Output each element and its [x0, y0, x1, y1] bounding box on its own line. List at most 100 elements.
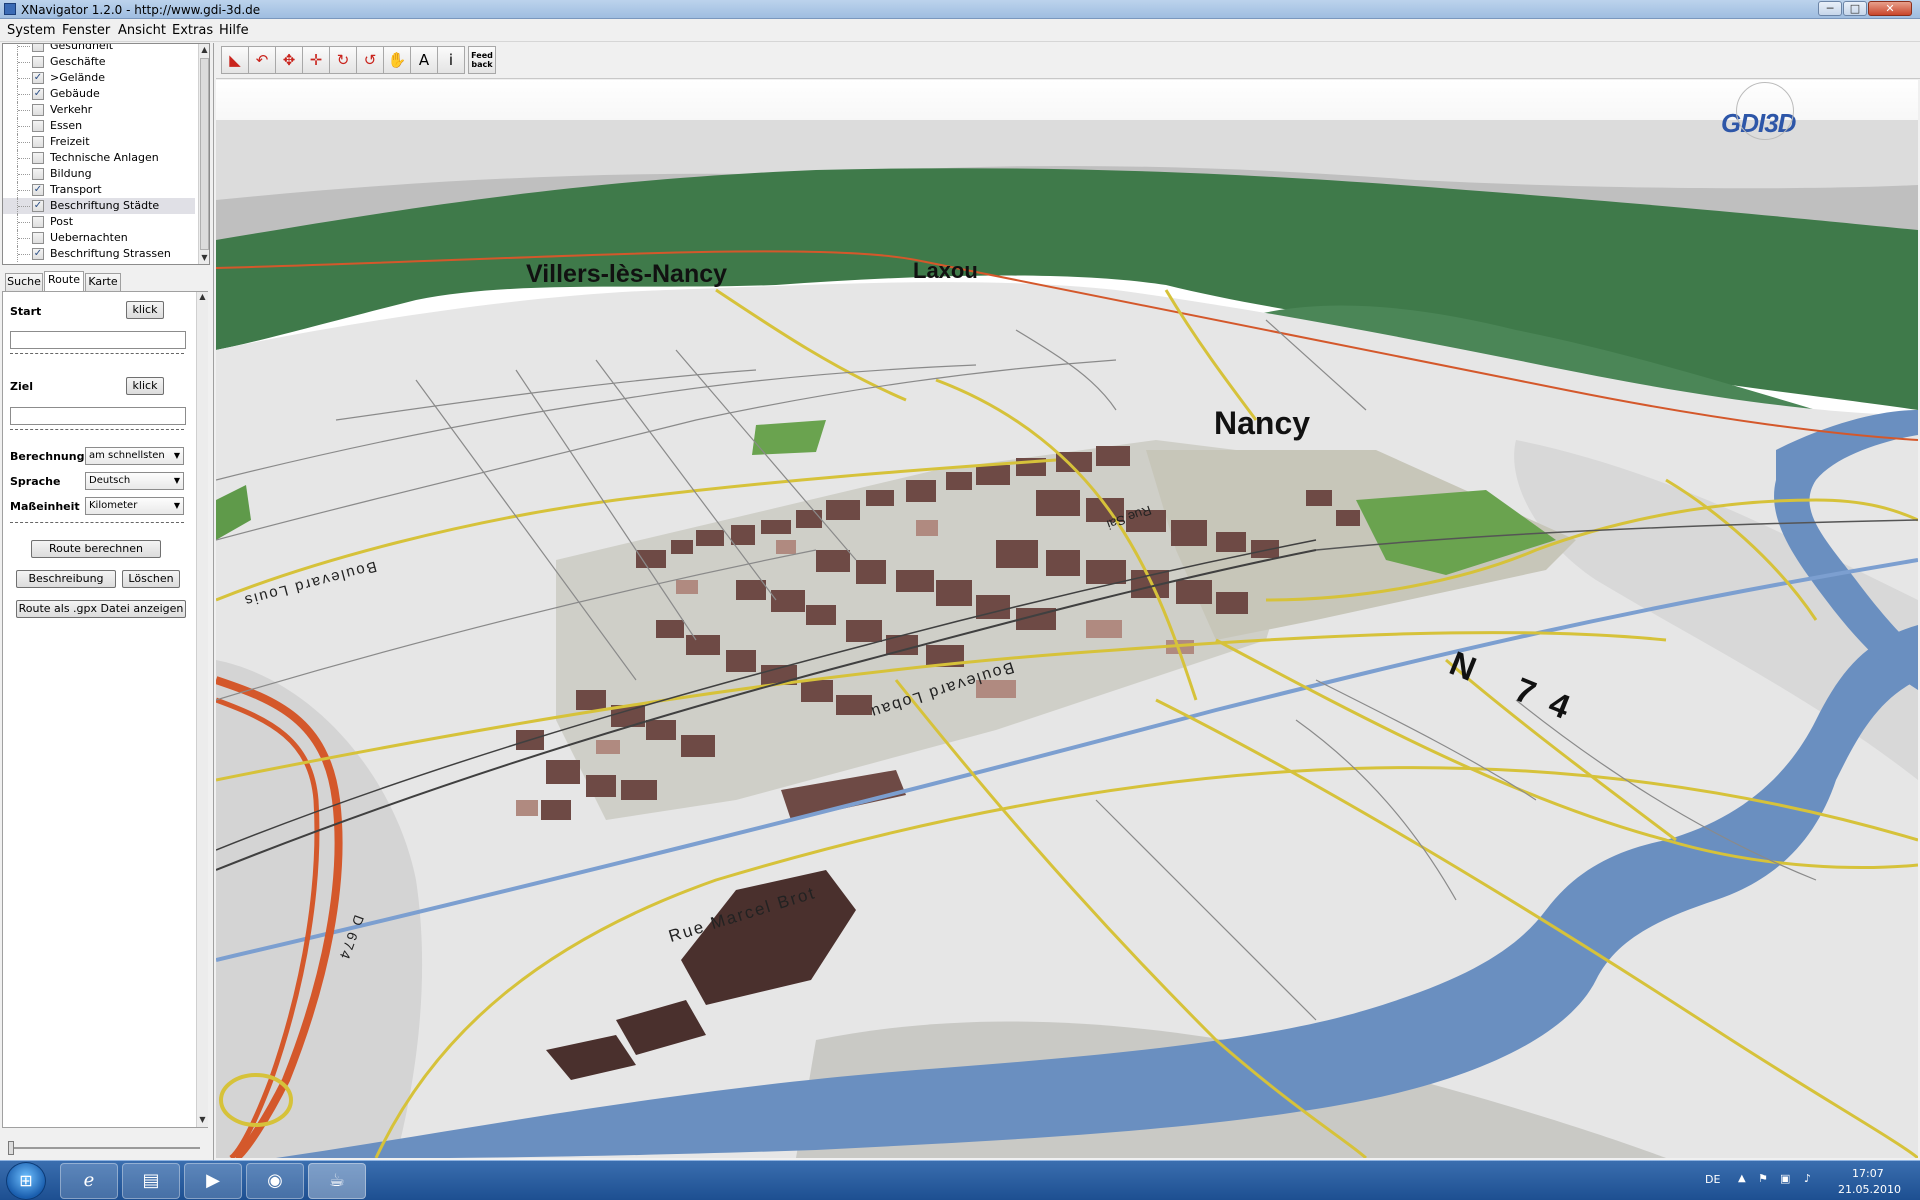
beschreibung-button[interactable]: Beschreibung [16, 570, 116, 588]
scroll-thumb[interactable] [200, 58, 209, 250]
berechnung-select[interactable]: am schnellsten ▼ [85, 447, 184, 465]
layer-checkbox[interactable] [32, 120, 44, 132]
scroll-down-icon[interactable]: ▼ [197, 1115, 208, 1127]
ziel-input[interactable] [10, 407, 186, 425]
start-input[interactable] [10, 331, 186, 349]
layer-checkbox[interactable]: ✓ [32, 248, 44, 260]
layer-scrollbar[interactable]: ▲ ▼ [198, 44, 209, 264]
layer-item[interactable]: Verkehr [3, 102, 195, 118]
menu-hilfe[interactable]: Hilfe [219, 23, 249, 38]
maximize-button[interactable]: □ [1843, 1, 1867, 16]
layer-item[interactable]: Technische Anlagen [3, 150, 195, 166]
layer-item[interactable]: Bildung [3, 166, 195, 182]
layer-checkbox[interactable]: ✓ [32, 184, 44, 196]
tab-karte[interactable]: Karte [85, 273, 121, 291]
orbit-icon[interactable]: ↻ [329, 46, 357, 74]
tab-route[interactable]: Route [44, 271, 84, 292]
berechnung-label: Berechnung [10, 450, 85, 463]
turn-icon[interactable]: ↺ [356, 46, 384, 74]
layer-label: Gesundheit [50, 43, 114, 52]
tray-expand-icon[interactable]: ▲ [1738, 1173, 1746, 1184]
hand-icon[interactable]: ✋ [383, 46, 411, 74]
folder-icon[interactable]: ▤ [122, 1163, 180, 1199]
media-player-icon[interactable]: ▶ [184, 1163, 242, 1199]
layer-label: Geschäfte [50, 55, 106, 68]
internet-explorer-icon[interactable]: ℯ [60, 1163, 118, 1199]
layer-checkbox[interactable]: ✓ [32, 200, 44, 212]
tree-line [17, 150, 31, 166]
layer-checkbox[interactable] [32, 232, 44, 244]
start-button[interactable]: ⊞ [6, 1162, 46, 1200]
route-panel-scrollbar[interactable]: ▲ ▼ [196, 292, 208, 1127]
clock-time[interactable]: 17:07 [1852, 1167, 1884, 1180]
layer-item[interactable]: ✓ Beschriftung Städte [3, 198, 195, 214]
layer-item[interactable]: ✓ Transport [3, 182, 195, 198]
java-app-icon[interactable]: ☕ [308, 1163, 366, 1199]
info-icon[interactable]: i [437, 46, 465, 74]
layer-checkbox[interactable] [32, 152, 44, 164]
layer-item[interactable]: Gesundheit [3, 43, 195, 54]
layer-item[interactable]: ✓ >Gelände [3, 70, 195, 86]
layer-item[interactable]: Uebernachten [3, 230, 195, 246]
tree-line [17, 54, 31, 70]
left-panel: Gesundheit Geschäfte ✓ >Gelände ✓ Gebäude Verk… [0, 43, 214, 1187]
layer-checkbox[interactable] [32, 168, 44, 180]
layer-checkbox[interactable] [32, 136, 44, 148]
volume-icon[interactable]: ♪ [1804, 1172, 1811, 1185]
separator [10, 353, 184, 354]
menu-extras[interactable]: Extras [172, 23, 213, 38]
layer-item[interactable]: Post [3, 214, 195, 230]
rotate-red-icon[interactable]: ↶ [248, 46, 276, 74]
scroll-up-icon[interactable]: ▲ [197, 292, 208, 304]
route-berechnen-button[interactable]: Route berechnen [31, 540, 161, 558]
map-3d-view[interactable]: Villers-lès-Nancy Laxou Nancy N 74 Rue M… [216, 80, 1918, 1158]
layer-checkbox[interactable]: ✓ [32, 72, 44, 84]
start-klick-button[interactable]: klick [126, 301, 164, 319]
firefox-icon[interactable]: ◉ [246, 1163, 304, 1199]
sprache-select[interactable]: Deutsch ▼ [85, 472, 184, 490]
menu-ansicht[interactable]: Ansicht [118, 23, 166, 38]
playback-slider[interactable] [8, 1141, 200, 1155]
chevron-down-icon: ▼ [173, 451, 180, 460]
loeschen-button[interactable]: Löschen [122, 570, 180, 588]
masseinheit-label: Maßeinheit [10, 500, 80, 513]
masseinheit-select[interactable]: Kilometer ▼ [85, 497, 184, 515]
layer-checkbox[interactable] [32, 44, 44, 52]
app-icon [4, 3, 16, 15]
pan-red-icon[interactable]: ◣ [221, 46, 249, 74]
layer-item[interactable]: Freizeit [3, 134, 195, 150]
ziel-klick-button[interactable]: klick [126, 377, 164, 395]
layer-checkbox[interactable]: ✓ [32, 88, 44, 100]
feedback-label: Feed back [471, 51, 493, 69]
window-title: XNavigator 1.2.0 - http://www.gdi-3d.de [21, 3, 261, 17]
close-button[interactable]: ✕ [1868, 1, 1912, 16]
flag-icon[interactable]: ⚑ [1758, 1172, 1768, 1185]
tab-suche[interactable]: Suche [5, 273, 43, 291]
clock-date[interactable]: 21.05.2010 [1838, 1183, 1901, 1196]
slider-handle[interactable] [8, 1141, 14, 1155]
menu-system[interactable]: System [7, 23, 55, 38]
ziel-label: Ziel [10, 380, 33, 393]
tree-line [17, 246, 31, 262]
feedback-icon[interactable]: Feed back [468, 46, 496, 74]
sky [216, 80, 1918, 120]
minimize-button[interactable]: ─ [1818, 1, 1842, 16]
annotation-icon[interactable]: A [410, 46, 438, 74]
layer-label: >Gelände [50, 71, 106, 84]
layer-item[interactable]: ✓ Gebäude [3, 86, 195, 102]
masseinheit-value: Kilometer [89, 500, 138, 511]
scroll-down-icon[interactable]: ▼ [199, 252, 209, 264]
move-cross-icon[interactable]: ✛ [302, 46, 330, 74]
network-icon[interactable]: ▣ [1780, 1172, 1790, 1185]
layer-checkbox[interactable] [32, 56, 44, 68]
layer-item[interactable]: Geschäfte [3, 54, 195, 70]
layer-item[interactable]: Essen [3, 118, 195, 134]
gpx-export-button[interactable]: Route als .gpx Datei anzeigen [16, 600, 186, 618]
move-arrows-icon[interactable]: ✥ [275, 46, 303, 74]
menu-fenster[interactable]: Fenster [62, 23, 110, 38]
layer-item[interactable]: ✓ Beschriftung Strassen [3, 246, 195, 262]
layer-checkbox[interactable] [32, 216, 44, 228]
language-indicator[interactable]: DE [1705, 1173, 1720, 1186]
layer-checkbox[interactable] [32, 104, 44, 116]
scroll-up-icon[interactable]: ▲ [199, 44, 209, 56]
